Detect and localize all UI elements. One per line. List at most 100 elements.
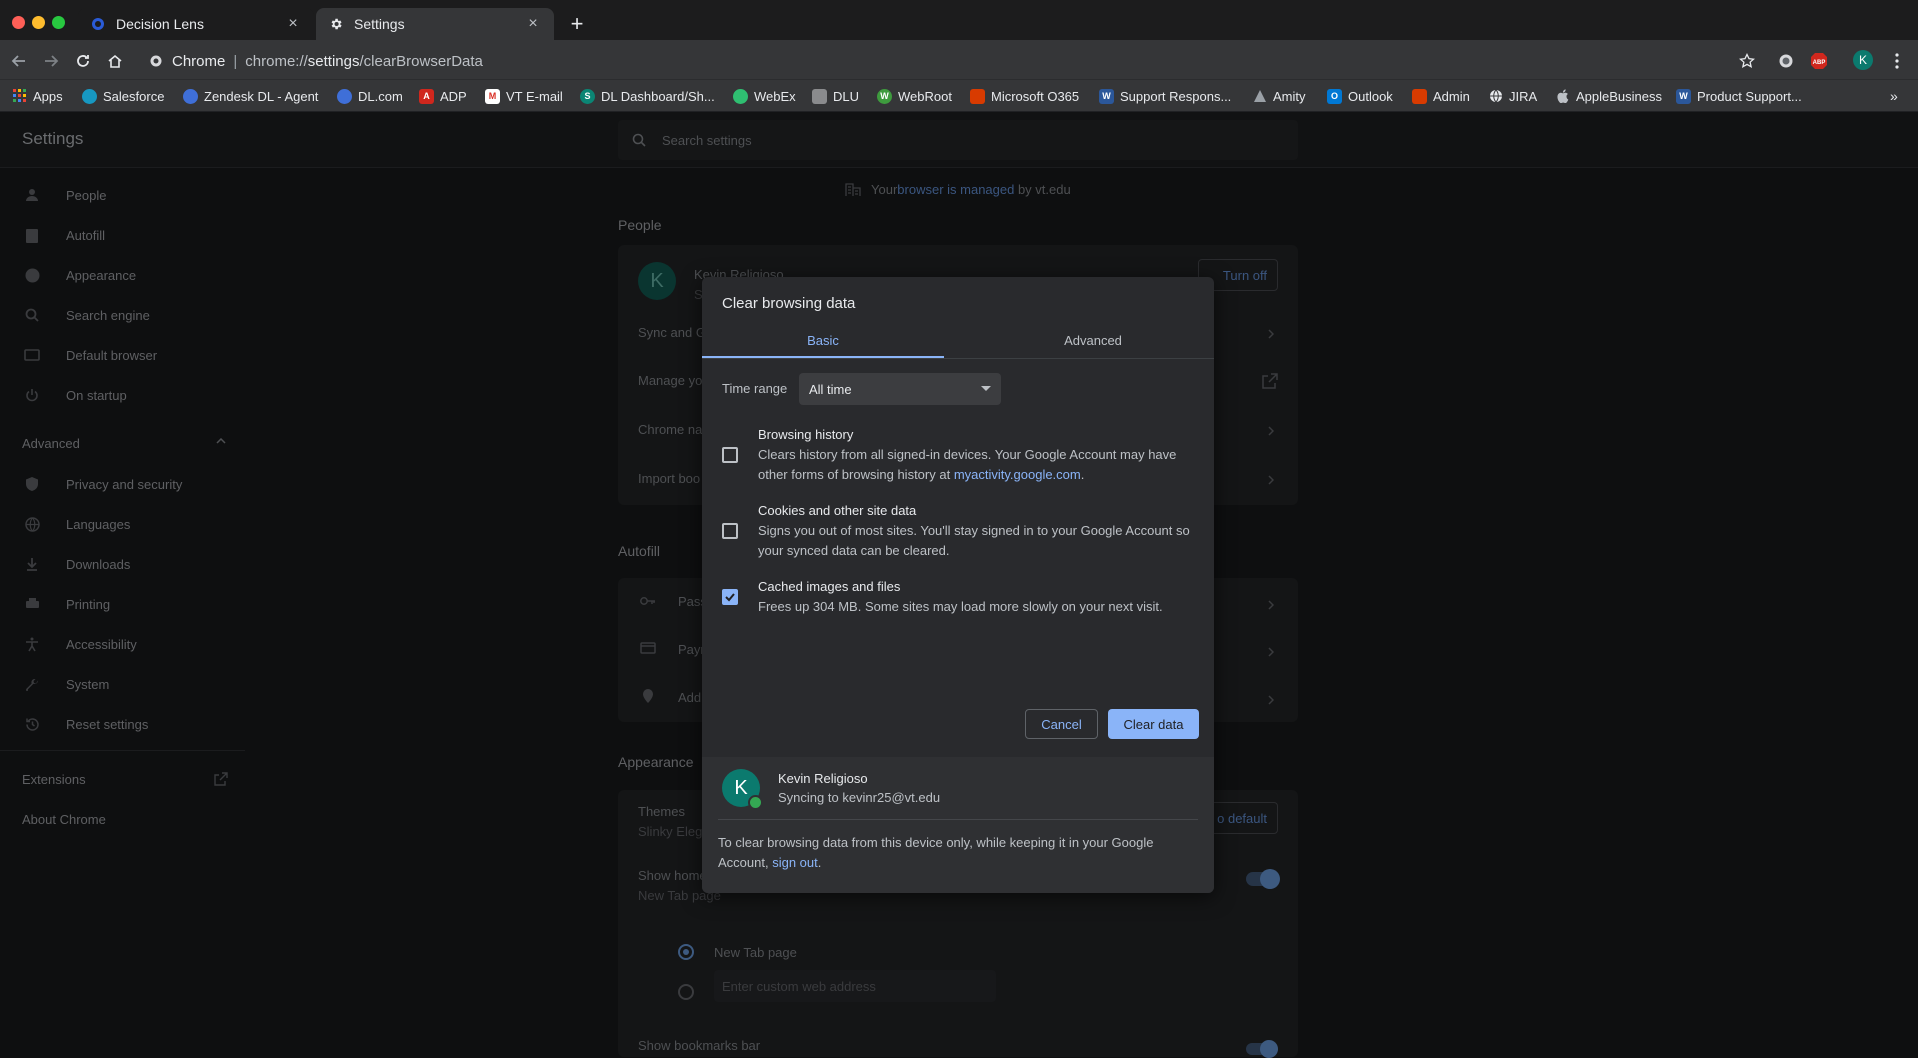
bookmark-amity[interactable]: Amity xyxy=(1252,86,1306,106)
show-bookmarks-toggle[interactable] xyxy=(1246,1040,1278,1058)
search-settings-field[interactable]: Search settings xyxy=(618,120,1298,160)
bookmark-support-response[interactable]: W Support Respons... xyxy=(1099,86,1231,106)
browsing-history-checkbox[interactable] xyxy=(722,447,738,463)
bookmark-label: ADP xyxy=(440,88,467,104)
clear-data-button[interactable]: Clear data xyxy=(1108,709,1199,739)
myactivity-link[interactable]: myactivity.google.com xyxy=(954,467,1081,482)
tab-basic[interactable]: Basic xyxy=(702,322,944,358)
bookmark-zendesk[interactable]: Zendesk DL - Agent xyxy=(183,86,318,106)
sidebar-item-default-browser[interactable]: Default browser xyxy=(22,345,157,365)
cookies-checkbox[interactable] xyxy=(722,523,738,539)
open-in-new-icon[interactable] xyxy=(1262,373,1278,389)
bookmark-webroot[interactable]: W WebRoot xyxy=(877,86,952,106)
people-row-manage[interactable]: Manage yo xyxy=(638,373,702,388)
sidebar-item-search-engine[interactable]: Search engine xyxy=(22,305,150,325)
bookmark-salesforce[interactable]: Salesforce xyxy=(82,86,164,106)
sidebar-item-about[interactable]: About Chrome xyxy=(22,812,106,827)
sidebar-item-on-startup[interactable]: On startup xyxy=(22,385,127,405)
custom-address-input[interactable]: Enter custom web address xyxy=(714,970,996,1002)
radio-custom-address[interactable] xyxy=(678,984,694,1000)
sidebar-item-languages[interactable]: Languages xyxy=(22,514,130,534)
footer-text: To clear browsing data from this device … xyxy=(718,833,1188,873)
page-title: Settings xyxy=(22,129,84,148)
cancel-button[interactable]: Cancel xyxy=(1025,709,1098,739)
bookmark-dl-dashboard[interactable]: S DL Dashboard/Sh... xyxy=(580,86,715,106)
reload-button[interactable] xyxy=(72,50,94,72)
bookmark-dlu[interactable]: DLU xyxy=(812,86,859,106)
sidebar-item-appearance[interactable]: Appearance xyxy=(22,265,136,285)
sidebar-item-system[interactable]: System xyxy=(22,674,109,694)
bookmark-admin[interactable]: Admin xyxy=(1412,86,1470,106)
time-range-label: Time range xyxy=(722,381,788,396)
address-bar[interactable]: Chrome | chrome://settings/clearBrowserD… xyxy=(138,47,1763,75)
maximize-window-button[interactable] xyxy=(52,16,65,29)
bookmark-vt-email[interactable]: M VT E-mail xyxy=(485,86,563,106)
clipboard-icon xyxy=(22,225,42,245)
section-title-autofill: Autofill xyxy=(618,543,661,559)
bookmark-microsoft-o365[interactable]: Microsoft O365 xyxy=(970,86,1079,106)
cached-images-checkbox[interactable] xyxy=(722,589,738,605)
bookmark-adp[interactable]: A ADP xyxy=(419,86,467,106)
people-row-chrome-name[interactable]: Chrome na xyxy=(638,422,702,437)
bookmarks-overflow-icon[interactable]: » xyxy=(1890,86,1898,106)
bookmark-webex[interactable]: WebEx xyxy=(733,86,796,106)
bookmark-label: Product Support... xyxy=(1697,88,1802,104)
time-range-select[interactable]: All time xyxy=(799,373,1001,405)
webex-icon xyxy=(733,88,748,104)
sign-out-link[interactable]: sign out xyxy=(772,855,818,870)
back-button[interactable] xyxy=(8,50,30,72)
bookmark-label: DL.com xyxy=(358,88,403,104)
close-tab-icon[interactable]: × xyxy=(524,15,542,33)
tab-decision-lens[interactable]: Decision Lens × xyxy=(78,8,314,40)
menu-button[interactable] xyxy=(1886,50,1908,72)
zendesk-icon xyxy=(183,88,198,104)
show-bookmarks-label: Show bookmarks bar xyxy=(638,1038,761,1053)
chevron-up-icon[interactable] xyxy=(216,438,226,444)
new-tab-button[interactable]: + xyxy=(566,13,588,36)
tab-settings[interactable]: Settings × xyxy=(316,8,554,40)
sidebar-label: Appearance xyxy=(66,267,137,283)
sidebar-advanced-header[interactable]: Advanced xyxy=(22,436,80,451)
people-row-import[interactable]: Import boo xyxy=(638,471,700,486)
salesforce-icon xyxy=(82,88,97,104)
radio-new-tab[interactable] xyxy=(678,944,694,960)
tab-strip: Decision Lens × Settings × + xyxy=(0,0,1918,40)
building-icon xyxy=(845,182,861,197)
bookmark-label: VT E-mail xyxy=(506,88,563,104)
sidebar-item-downloads[interactable]: Downloads xyxy=(22,554,130,574)
check-icon xyxy=(725,593,735,602)
show-home-toggle[interactable] xyxy=(1246,869,1280,889)
sidebar-item-people[interactable]: People xyxy=(22,185,106,205)
bookmark-product-support[interactable]: W Product Support... xyxy=(1676,86,1802,106)
chevron-right-icon xyxy=(1268,426,1274,436)
profile-avatar-button[interactable]: K xyxy=(1853,50,1873,70)
open-in-new-icon[interactable] xyxy=(214,772,228,786)
tab-advanced[interactable]: Advanced xyxy=(972,322,1214,358)
bookmark-dl-com[interactable]: DL.com xyxy=(337,86,403,106)
minimize-window-button[interactable] xyxy=(32,16,45,29)
sidebar-item-accessibility[interactable]: Accessibility xyxy=(22,634,137,654)
sidebar-item-autofill[interactable]: Autofill xyxy=(22,225,105,245)
bookmark-apps[interactable]: Apps xyxy=(12,86,63,106)
people-row-sync[interactable]: Sync and G xyxy=(638,325,706,340)
sidebar-item-privacy[interactable]: Privacy and security xyxy=(22,474,182,494)
autofill-row-addresses[interactable]: Add xyxy=(678,690,701,705)
sidebar-item-reset[interactable]: Reset settings xyxy=(22,714,148,734)
sidebar-item-extensions[interactable]: Extensions xyxy=(22,772,86,787)
cookies-title: Cookies and other site data xyxy=(758,503,917,518)
close-window-button[interactable] xyxy=(12,16,25,29)
managed-link[interactable]: browser is managed xyxy=(897,182,1014,197)
home-button[interactable] xyxy=(104,50,126,72)
extension-circle-button[interactable] xyxy=(1775,50,1797,72)
bookmark-jira[interactable]: JIRA xyxy=(1488,86,1537,106)
tab-title: Settings xyxy=(354,16,405,32)
printer-icon xyxy=(22,594,42,614)
sidebar-item-printing[interactable]: Printing xyxy=(22,594,110,614)
close-tab-icon[interactable]: × xyxy=(284,15,302,33)
adblock-button[interactable]: ABP xyxy=(1808,50,1830,72)
bookmark-outlook[interactable]: O Outlook xyxy=(1327,86,1393,106)
cached-images-desc: Frees up 304 MB. Some sites may load mor… xyxy=(758,599,1163,614)
forward-button[interactable] xyxy=(40,50,62,72)
bookmark-applebusiness[interactable]: AppleBusiness xyxy=(1555,86,1662,106)
palette-icon xyxy=(22,265,42,285)
